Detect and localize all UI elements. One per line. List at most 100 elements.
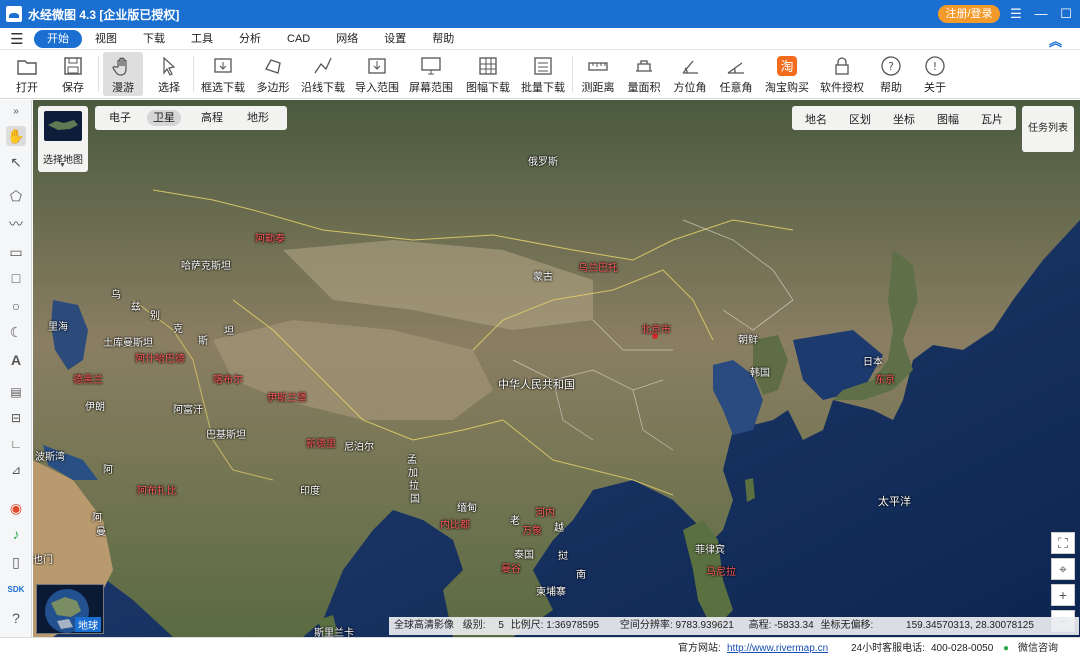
tool-pan[interactable]: 漫游 (103, 52, 143, 96)
layer-districts[interactable]: 区划 (849, 111, 871, 127)
tool-box-download[interactable]: 框选下载 (200, 52, 246, 96)
tool-open[interactable]: 打开 (8, 52, 46, 96)
tool-measure-area[interactable]: 量面积 (624, 52, 664, 96)
draw-polyline-icon[interactable]: 〰 (6, 214, 26, 234)
elevation-value: -5833.34 (774, 620, 814, 631)
dropdown-arrow-icon: ▼ (59, 162, 66, 169)
map-type-terrain[interactable]: 地形 (241, 110, 275, 126)
map-label: 阿 (103, 465, 113, 476)
layer-coordinates[interactable]: 坐标 (893, 111, 915, 127)
menu-help[interactable]: 帮助 (419, 30, 467, 48)
map-label: 俄罗斯 (528, 157, 558, 168)
map-label: 尼泊尔 (344, 442, 374, 453)
tool-select[interactable]: 选择 (150, 52, 188, 96)
import-icon (368, 58, 386, 74)
tool-sheet-download[interactable]: 图幅下载 (462, 52, 514, 96)
locate-icon[interactable]: ⌖ (1051, 558, 1075, 580)
tool-license[interactable]: 软件授权 (818, 52, 866, 96)
zoom-level: 5 (498, 620, 504, 631)
settings-menu-icon[interactable]: ☰ (1003, 0, 1029, 28)
layer-tiles[interactable]: 瓦片 (981, 111, 1003, 127)
map-label: 别 (150, 311, 160, 322)
layer-tool-icon[interactable]: ◉ (6, 498, 26, 518)
collapse-ribbon-icon[interactable]: ︽ (1049, 31, 1062, 50)
hamburger-menu-icon[interactable]: ☰ (0, 30, 34, 48)
map-label: 也门 (33, 555, 53, 566)
menu-settings[interactable]: 设置 (371, 30, 419, 48)
basemap-thumbnail-icon (44, 111, 82, 141)
map-type-vector[interactable]: 电子 (103, 110, 137, 126)
menu-analysis[interactable]: 分析 (226, 30, 274, 48)
map-label: 南 (576, 570, 586, 581)
tool-line-download[interactable]: 沿线下载 (300, 52, 346, 96)
phone-icon[interactable]: ▯ (6, 552, 26, 572)
sdk-icon[interactable]: SDK (6, 580, 26, 600)
tool-screen-range[interactable]: 屏幕范围 (408, 52, 454, 96)
svg-text:?: ? (888, 60, 894, 73)
menu-view[interactable]: 视图 (82, 30, 130, 48)
map-label: 阿富汗 (173, 405, 203, 416)
tool-batch-download[interactable]: 批量下载 (520, 52, 566, 96)
maximize-icon[interactable]: ☐ (1053, 0, 1079, 28)
select-arrow-icon[interactable]: ↖ (6, 152, 26, 172)
map-type-elevation[interactable]: 高程 (195, 110, 229, 126)
resolution-value: 9783.939621 (675, 620, 734, 631)
tool-measure-distance[interactable]: 测距离 (578, 52, 618, 96)
hand-icon (112, 57, 127, 76)
tool-taobao[interactable]: 淘 淘宝购买 (762, 52, 812, 96)
login-button[interactable]: 注册/登录 (938, 5, 1000, 23)
expand-panel-icon[interactable]: » (6, 102, 26, 122)
draw-crescent-icon[interactable]: ☾ (6, 322, 26, 342)
help-circle-icon[interactable]: ? (6, 608, 26, 628)
note-tool-icon[interactable]: ♪ (6, 524, 26, 544)
draw-rectangle-alt-icon[interactable]: □ (6, 268, 26, 288)
map-label: 阿勒泰 (255, 234, 285, 245)
map-label: 斯 (198, 336, 208, 347)
draw-polygon-icon[interactable]: ⬠ (6, 186, 26, 206)
tool-azimuth[interactable]: 方位角 (670, 52, 710, 96)
menu-download[interactable]: 下载 (130, 30, 178, 48)
website-link[interactable]: http://www.rivermap.cn (727, 638, 828, 660)
map-label: 阿什哈巴德 (135, 354, 185, 365)
tool-about[interactable]: ! 关于 (916, 52, 954, 96)
layer-place-names[interactable]: 地名 (805, 111, 827, 127)
menu-cad[interactable]: CAD (274, 30, 323, 48)
grid-icon (479, 57, 497, 75)
measure-angle-icon[interactable]: ⊿ (6, 460, 26, 480)
hand-icon[interactable]: ✋ (6, 126, 26, 146)
map-label: 中华人民共和国 (498, 379, 575, 391)
draw-rectangle-icon[interactable]: ▭ (6, 242, 26, 262)
fullscreen-icon[interactable]: ⛶ (1051, 532, 1075, 554)
wechat-icon: ● (1003, 643, 1010, 654)
zoom-in-icon[interactable]: + (1051, 584, 1075, 606)
select-map-button[interactable]: 选择地图 ▼ (38, 106, 88, 172)
task-list-button[interactable]: 任务列表 (1022, 106, 1074, 152)
menu-tools[interactable]: 工具 (178, 30, 226, 48)
tool-help[interactable]: ? 帮助 (872, 52, 910, 96)
tool-any-angle[interactable]: 任意角 (716, 52, 756, 96)
tool-import-range[interactable]: 导入范围 (354, 52, 400, 96)
tool-save[interactable]: 保存 (54, 52, 92, 96)
menu-network[interactable]: 网络 (323, 30, 371, 48)
map-label: 印度 (300, 486, 320, 497)
folder-icon (17, 60, 37, 75)
menu-start[interactable]: 开始 (34, 29, 82, 48)
map-label: 日本 (863, 357, 883, 368)
map-view[interactable]: 俄罗斯 阿勒泰 哈萨克斯坦 蒙古 乌兰巴托 乌 兹 别 克 坦 斯 里海 土库曼… (33, 100, 1080, 637)
layer-sheets[interactable]: 图幅 (937, 111, 959, 127)
draw-circle-icon[interactable]: ○ (6, 296, 26, 316)
add-text-icon[interactable]: A (6, 350, 26, 370)
map-label: 伊朗 (85, 402, 105, 413)
map-label: 国 (410, 494, 420, 505)
minimize-icon[interactable]: — (1028, 0, 1054, 28)
wechat-consult-link[interactable]: 微信咨询 (1018, 638, 1058, 660)
tool-polygon[interactable]: 多边形 (254, 52, 292, 96)
map-type-satellite[interactable]: 卫星 (147, 110, 181, 126)
measure-ruler-icon[interactable]: ▤ (6, 382, 26, 402)
map-label: 乌兰巴托 (578, 263, 618, 274)
map-label: 土库曼斯坦 (103, 338, 153, 349)
map-label: 乌 (111, 290, 121, 301)
map-label: 朝鲜 (738, 335, 758, 346)
measure-azimuth-icon[interactable]: ∟ (6, 434, 26, 454)
measure-area-icon[interactable]: ⊟ (6, 408, 26, 428)
